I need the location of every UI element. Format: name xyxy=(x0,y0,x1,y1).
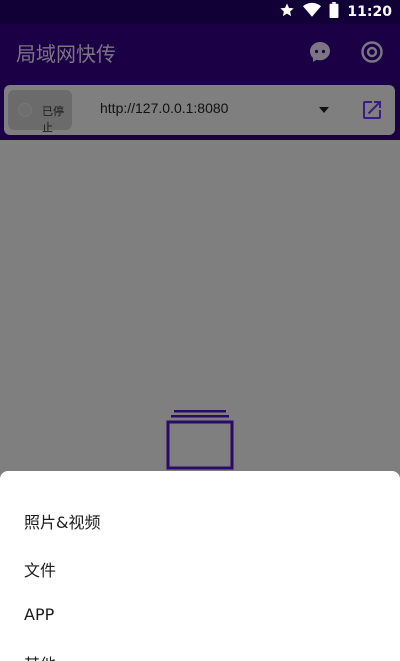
chevron-down-icon[interactable] xyxy=(316,102,332,118)
status-time: 11:20 xyxy=(347,4,392,20)
sheet-item-app[interactable]: APP xyxy=(24,605,54,624)
toggle-knob xyxy=(18,103,32,117)
star-icon xyxy=(279,2,295,22)
wifi-icon xyxy=(303,2,322,22)
server-url[interactable]: http://127.0.0.1:8080 xyxy=(100,100,228,116)
chat-icon[interactable] xyxy=(308,40,332,64)
status-bar: 11:20 xyxy=(0,0,400,24)
server-panel: 已停止 http://127.0.0.1:8080 xyxy=(0,80,400,140)
battery-icon xyxy=(329,2,339,22)
app-bar: 局域网快传 xyxy=(0,24,400,80)
sheet-item-photos-videos[interactable]: 照片&视频 xyxy=(24,509,100,533)
settings-icon[interactable] xyxy=(360,40,384,64)
status-icons: 11:20 xyxy=(279,2,392,22)
app-title: 局域网快传 xyxy=(16,42,116,66)
server-toggle[interactable]: 已停止 xyxy=(8,90,72,134)
bottom-sheet: 照片&视频 文件 APP 其他 xyxy=(0,471,400,661)
sheet-item-files[interactable]: 文件 xyxy=(24,557,56,581)
content-area xyxy=(0,140,400,471)
server-status-label: 已停止 xyxy=(42,105,64,134)
sheet-item-other[interactable]: 其他 xyxy=(24,651,56,661)
folder-stack-icon xyxy=(166,410,234,470)
open-in-new-icon[interactable] xyxy=(360,98,384,122)
server-bar: 已停止 http://127.0.0.1:8080 xyxy=(4,85,395,135)
